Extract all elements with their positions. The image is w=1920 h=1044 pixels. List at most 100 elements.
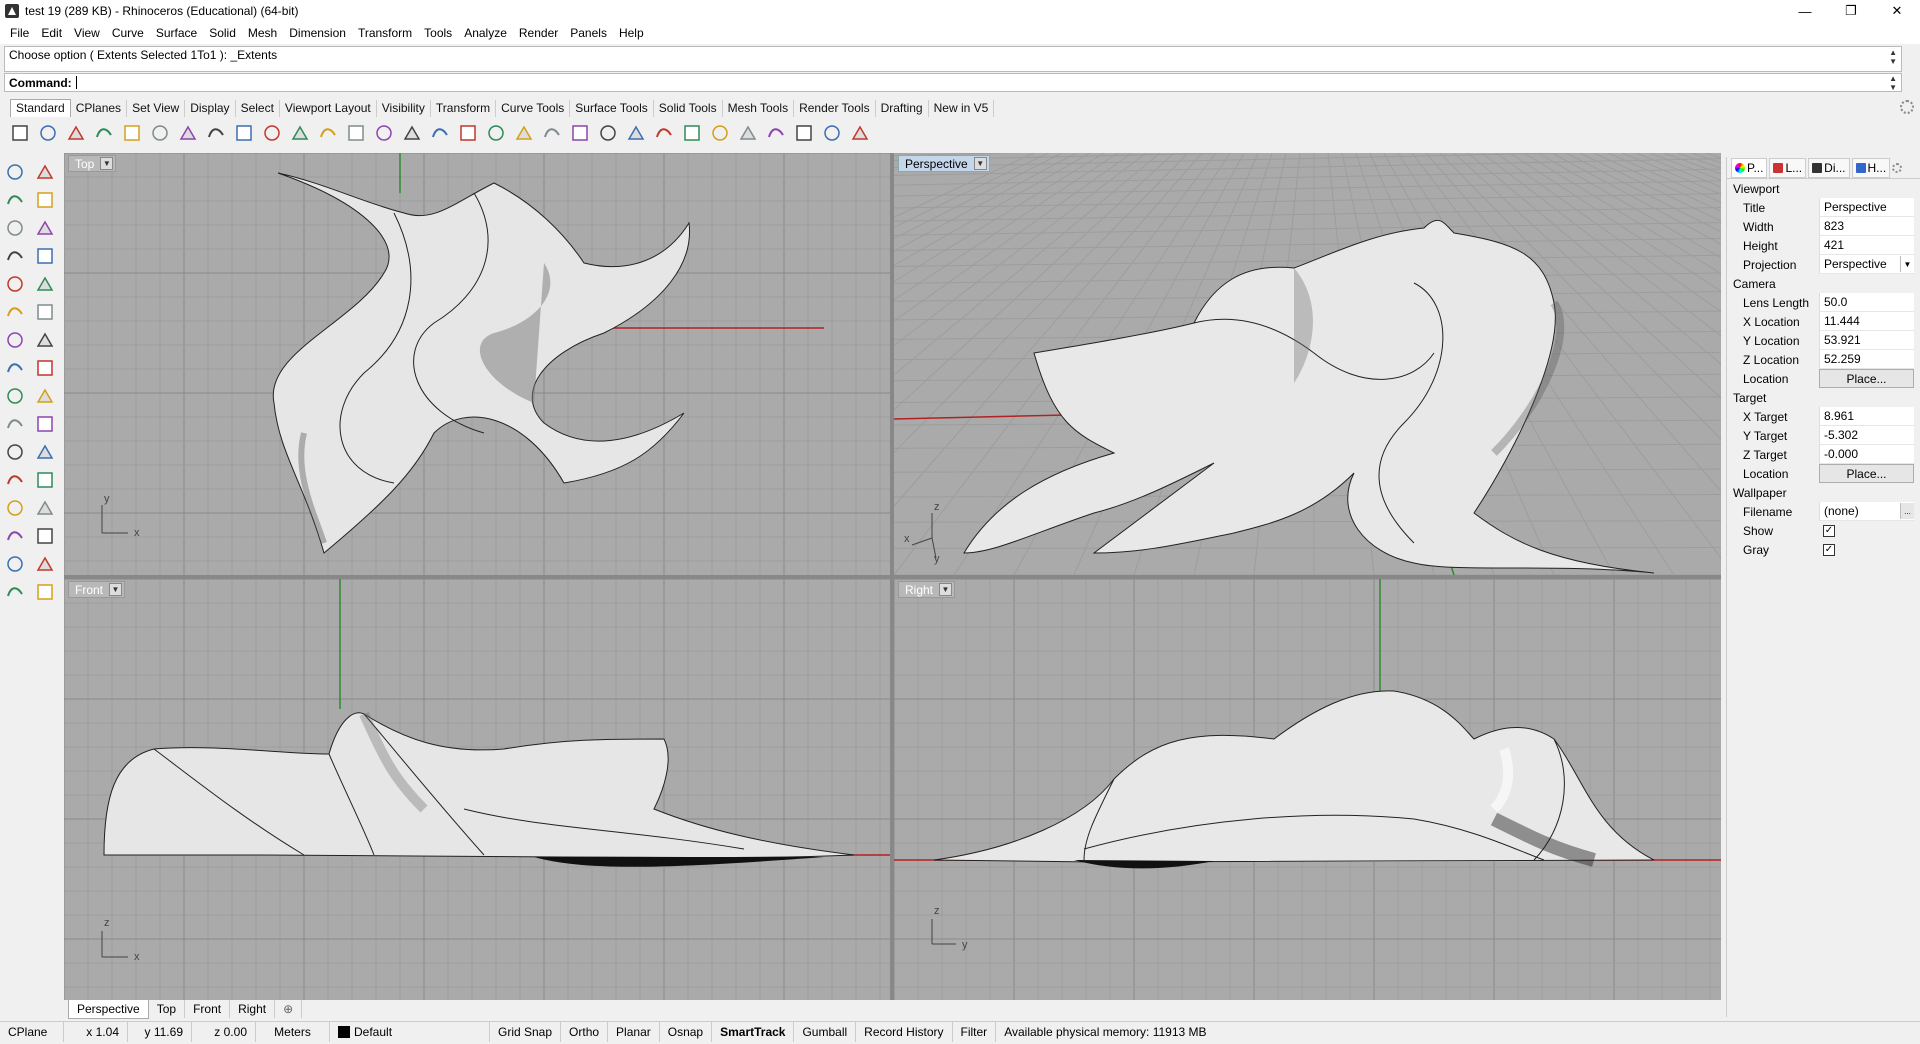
offset-curve-icon[interactable] [32, 272, 58, 296]
filename-field[interactable]: (none)... [1819, 502, 1914, 521]
viewport-perspective[interactable]: Perspective ▼ x y z [894, 153, 1721, 575]
tab-select[interactable]: Select [236, 100, 280, 117]
dimension-tool-icon[interactable] [32, 496, 58, 520]
tab-new-in-v5[interactable]: New in V5 [929, 100, 995, 117]
projection-select[interactable]: Perspective ▼ [1819, 255, 1914, 274]
x-location-field[interactable]: 11.444 [1819, 312, 1914, 331]
menu-edit[interactable]: Edit [35, 26, 68, 40]
array-icon[interactable] [2, 524, 28, 548]
mirror-icon[interactable] [32, 524, 58, 548]
menu-render[interactable]: Render [513, 26, 564, 40]
mesh-icon[interactable] [2, 580, 28, 604]
split-icon[interactable] [32, 412, 58, 436]
menu-view[interactable]: View [68, 26, 106, 40]
tab-viewport-layout[interactable]: Viewport Layout [280, 100, 377, 117]
tab-render-tools[interactable]: Render Tools [794, 100, 876, 117]
command-scroll[interactable]: ▲ ▼ [1889, 74, 1897, 92]
arc-icon[interactable] [2, 244, 28, 268]
gear-settings-icon[interactable] [792, 121, 816, 145]
add-viewport-tab-icon[interactable]: ⊕ [275, 1000, 303, 1018]
extrude-icon[interactable] [32, 300, 58, 324]
status-record-history[interactable]: Record History [856, 1021, 953, 1042]
close-icon[interactable]: ✕ [1874, 0, 1920, 22]
camera-icon[interactable] [512, 121, 536, 145]
four-viewports-icon[interactable] [456, 121, 480, 145]
top-view-surface[interactable] [272, 172, 691, 554]
cylinder-icon[interactable] [2, 356, 28, 380]
viewport-title-front[interactable]: Front ▼ [68, 581, 126, 598]
lock-icon[interactable] [596, 121, 620, 145]
dimension-icon[interactable] [820, 121, 844, 145]
ellipse-icon[interactable] [32, 216, 58, 240]
zoom-in-icon[interactable] [316, 121, 340, 145]
status-grid-snap[interactable]: Grid Snap [490, 1021, 562, 1042]
tab-transform[interactable]: Transform [431, 100, 497, 117]
viewport-front[interactable]: Front ▼ x z [64, 579, 890, 1000]
viewport-right[interactable]: Right ▼ y z [894, 579, 1721, 1000]
zoom-window-icon[interactable] [344, 121, 368, 145]
status-cplane[interactable]: CPlane [0, 1021, 64, 1042]
vp-tab-top[interactable]: Top [149, 1000, 186, 1018]
color-wheel-icon[interactable] [652, 121, 676, 145]
analyze-icon[interactable] [32, 580, 58, 604]
z-target-field[interactable]: -0.000 [1819, 445, 1914, 464]
panel-tab-display[interactable]: Di... [1808, 157, 1850, 178]
tab-cplanes[interactable]: CPlanes [71, 100, 128, 117]
tab-drafting[interactable]: Drafting [876, 100, 929, 117]
viewport-title-top[interactable]: Top ▼ [68, 155, 117, 172]
menu-dimension[interactable]: Dimension [283, 26, 352, 40]
layer-icon[interactable] [624, 121, 648, 145]
command-history[interactable]: Choose option ( Extents Selected 1To1 ):… [4, 46, 1902, 72]
circle-icon[interactable] [2, 216, 28, 240]
lightbulb-icon[interactable] [568, 121, 592, 145]
viewport-title-right[interactable]: Right ▼ [898, 581, 956, 598]
rotate-view-icon[interactable] [428, 121, 452, 145]
paste-icon[interactable] [204, 121, 228, 145]
chamfer-icon[interactable] [32, 468, 58, 492]
menu-mesh[interactable]: Mesh [242, 26, 283, 40]
status-layer[interactable]: Default [330, 1021, 490, 1042]
panel-tab-layers[interactable]: L... [1769, 157, 1807, 178]
surface-icon[interactable] [2, 300, 28, 324]
cut-icon[interactable] [148, 121, 172, 145]
vp-tab-perspective[interactable]: Perspective [68, 1000, 149, 1019]
toolbar-settings-gear-icon[interactable] [1900, 100, 1914, 114]
menu-panels[interactable]: Panels [564, 26, 613, 40]
rectangle-icon[interactable] [32, 244, 58, 268]
status-ortho[interactable]: Ortho [561, 1021, 609, 1042]
explode-icon[interactable] [32, 384, 58, 408]
menu-transform[interactable]: Transform [352, 26, 418, 40]
right-view-surface[interactable] [933, 690, 1655, 869]
vp-tab-right[interactable]: Right [230, 1000, 276, 1018]
chevron-down-icon[interactable]: ▼ [939, 583, 953, 596]
curve-icon[interactable] [32, 188, 58, 212]
chevron-down-icon[interactable]: ▼ [1900, 256, 1914, 272]
box-icon[interactable] [2, 328, 28, 352]
viewport-top[interactable]: Top ▼ x y [64, 153, 890, 575]
status-gumball[interactable]: Gumball [794, 1021, 857, 1042]
panel-tab-properties[interactable]: P... [1731, 157, 1768, 178]
tab-standard[interactable]: Standard [10, 99, 71, 117]
help-icon[interactable] [848, 121, 872, 145]
tab-surface-tools[interactable]: Surface Tools [570, 100, 654, 117]
browse-button[interactable]: ... [1900, 503, 1914, 519]
menu-solid[interactable]: Solid [203, 26, 242, 40]
menu-help[interactable]: Help [613, 26, 650, 40]
vp-tab-front[interactable]: Front [185, 1000, 231, 1018]
trim-icon[interactable] [2, 412, 28, 436]
select-arrow-icon[interactable] [2, 160, 28, 184]
status-smarttrack[interactable]: SmartTrack [712, 1021, 795, 1042]
sphere-icon[interactable] [32, 328, 58, 352]
polyline-icon[interactable] [2, 188, 28, 212]
tab-mesh-tools[interactable]: Mesh Tools [723, 100, 795, 117]
cplane-icon[interactable] [540, 121, 564, 145]
undo-icon[interactable] [232, 121, 256, 145]
menu-file[interactable]: File [4, 26, 35, 40]
filter-icon[interactable] [764, 121, 788, 145]
viewport-title-perspective[interactable]: Perspective ▼ [898, 155, 990, 172]
z-location-field[interactable]: 52.259 [1819, 350, 1914, 369]
car-icon[interactable] [484, 121, 508, 145]
zoom-extents-icon[interactable] [372, 121, 396, 145]
menu-surface[interactable]: Surface [150, 26, 203, 40]
chevron-down-icon[interactable]: ▼ [973, 157, 987, 170]
